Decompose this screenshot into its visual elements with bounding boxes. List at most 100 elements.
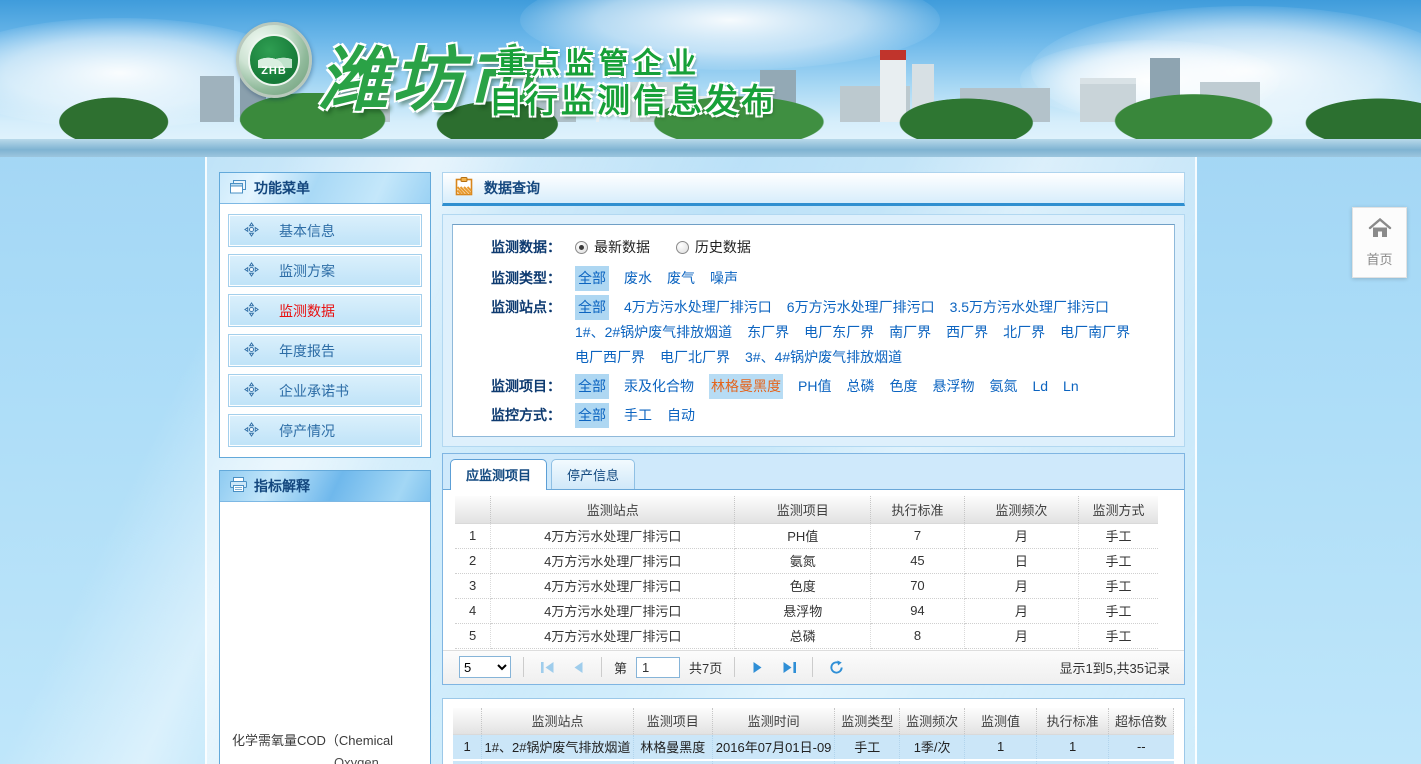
cell: 8	[871, 623, 964, 648]
filter-option[interactable]: 4万方污水处理厂排污口	[624, 295, 772, 320]
filter-option[interactable]: 电厂东厂界	[804, 320, 874, 345]
filter-option[interactable]: 电厂北厂界	[660, 345, 730, 370]
filter-option[interactable]: 3.5万方污水处理厂排污口	[950, 295, 1109, 320]
monitor-data-table: 监测站点监测项目监测时间监测类型监测频次监测值执行标准超标倍数 11#、2#锅炉…	[453, 708, 1174, 764]
cell: 0.0107	[965, 760, 1037, 764]
filter-option[interactable]: 电厂西厂界	[575, 345, 645, 370]
sidebar-menu-item[interactable]: 监测数据	[228, 294, 422, 327]
filter-option[interactable]: 全部	[575, 403, 609, 428]
radio-option[interactable]: 历史数据	[676, 235, 751, 260]
filter-option[interactable]: 3#、4#锅炉废气排放烟道	[745, 345, 902, 370]
sidebar-menu-item[interactable]: 年度报告	[228, 334, 422, 367]
cell: 1	[453, 735, 482, 760]
filter-option[interactable]: 全部	[575, 295, 609, 320]
divider	[523, 657, 524, 677]
cell: 1	[455, 523, 491, 548]
header-cell: 监测方式	[1079, 496, 1158, 523]
cell: 手工	[1079, 548, 1158, 573]
filter-option[interactable]: 手工	[624, 403, 652, 428]
sidebar-menu-label: 监测数据	[279, 301, 335, 321]
sidebar-menu-item[interactable]: 企业承诺书	[228, 374, 422, 407]
filter-option[interactable]: 1#、2#锅炉废气排放烟道	[575, 320, 732, 345]
compass-icon	[244, 382, 259, 400]
indicator-explain-body: 化学需氧量COD（Chemical Oxygen Demand，简称COD）	[220, 502, 430, 764]
filter-option[interactable]: 全部	[575, 266, 609, 291]
radio-icon[interactable]	[575, 241, 588, 254]
page-number-input[interactable]	[636, 657, 680, 678]
menu-list: 基本信息 监测方案	[220, 204, 430, 457]
cell: 手工	[1079, 523, 1158, 548]
filter-option[interactable]: 噪声	[710, 266, 738, 291]
site-subtitle-2: 自行监测信息发布	[489, 74, 777, 122]
table-row: 14万方污水处理厂排污口PH值7月手工	[455, 523, 1172, 548]
header-cell: 超标倍数	[1109, 708, 1174, 735]
filter-option[interactable]: 电厂南厂界	[1060, 320, 1130, 345]
filter-option[interactable]: 汞及化合物	[624, 374, 694, 399]
filter-option[interactable]: 废气	[667, 266, 695, 291]
filter-label: 监测站点：	[491, 295, 575, 370]
sidebar-menu-label: 停产情况	[279, 421, 335, 441]
filter-form: 监测数据： 最新数据 历史数据	[452, 224, 1175, 437]
sidebar-menu-item[interactable]: 停产情况	[228, 414, 422, 447]
table-header-row: 监测站点监测项目监测时间监测类型监测频次监测值执行标准超标倍数	[453, 708, 1174, 735]
filter-option[interactable]: PH值	[798, 374, 831, 399]
filter-option[interactable]: 色度	[889, 374, 917, 399]
table-row: 21#、2#锅炉废气排放烟道汞及化合物2016年07月01日-09手工1季/次0…	[453, 760, 1174, 764]
filter-option[interactable]: 氨氮	[989, 374, 1017, 399]
header-cell: 监测站点	[482, 708, 633, 735]
sidebar: 功能菜单 基本信息	[219, 172, 431, 764]
sidebar-menu-item[interactable]: 监测方案	[228, 254, 422, 287]
cell: 2016年07月01日-09	[712, 735, 834, 760]
divider	[812, 657, 813, 677]
filter-row-data: 监测数据： 最新数据 历史数据	[491, 235, 1156, 262]
filter-option[interactable]: 西厂界	[946, 320, 988, 345]
filter-option[interactable]: 北厂界	[1003, 320, 1045, 345]
compass-icon	[244, 222, 259, 240]
refresh-icon[interactable]	[825, 656, 847, 678]
filter-option[interactable]: 悬浮物	[932, 374, 974, 399]
function-menu-title: 功能菜单	[254, 178, 310, 198]
filter-row-method: 监控方式： 全部手工自动	[491, 403, 1156, 428]
tab-content: 监测站点监测项目执行标准监测频次监测方式 14万方污水处理厂排污口PH值7月手工…	[443, 489, 1184, 684]
sidebar-menu-item[interactable]: 基本信息	[228, 214, 422, 247]
filter-option[interactable]: Ln	[1063, 374, 1079, 399]
cell: 手工	[835, 760, 900, 764]
cell: 1	[1037, 735, 1109, 760]
pagination-bar: 5 第 共7页	[443, 650, 1184, 684]
result-panel: 监测站点监测项目监测时间监测类型监测频次监测值执行标准超标倍数 11#、2#锅炉…	[442, 698, 1185, 764]
cell: 月	[964, 598, 1079, 623]
home-button[interactable]: 首页	[1352, 207, 1407, 278]
tab-monitor-items[interactable]: 应监测项目	[450, 459, 547, 490]
next-page-icon[interactable]	[747, 656, 769, 678]
divider	[734, 657, 735, 677]
filter-option[interactable]: 东厂界	[747, 320, 789, 345]
filter-option[interactable]: 自动	[667, 403, 695, 428]
tab-shutdown-info[interactable]: 停产信息	[551, 459, 635, 489]
data-query-header: 数据查询	[442, 172, 1185, 206]
filter-option[interactable]: 全部	[575, 374, 609, 399]
filter-option[interactable]: 废水	[624, 266, 652, 291]
radio-option[interactable]: 最新数据	[575, 235, 650, 260]
sidebar-menu-label: 监测方案	[279, 261, 335, 281]
filter-option[interactable]: 林格曼黑度	[709, 374, 783, 399]
cell: 手工	[1079, 573, 1158, 598]
divider	[601, 657, 602, 677]
last-page-icon[interactable]	[778, 656, 800, 678]
radio-label: 最新数据	[594, 235, 650, 260]
radio-icon[interactable]	[676, 241, 689, 254]
first-page-icon[interactable]	[536, 656, 558, 678]
table-header-row: 监测站点监测项目执行标准监测频次监测方式	[455, 496, 1172, 523]
compass-icon	[244, 342, 259, 360]
filter-option[interactable]: Ld	[1032, 374, 1048, 399]
filter-option[interactable]: 南厂界	[889, 320, 931, 345]
cell: 5	[455, 623, 491, 648]
filter-option[interactable]: 6万方污水处理厂排污口	[787, 295, 935, 320]
explain-text-line2: Oxygen Demand，简称COD）	[232, 752, 420, 764]
prev-page-icon[interactable]	[567, 656, 589, 678]
cell: 月	[964, 523, 1079, 548]
header-cell	[453, 708, 482, 735]
filter-option[interactable]: 总磷	[846, 374, 874, 399]
printer-icon	[230, 477, 247, 495]
cell: 70	[871, 573, 964, 598]
page-size-select[interactable]: 5	[459, 656, 511, 678]
